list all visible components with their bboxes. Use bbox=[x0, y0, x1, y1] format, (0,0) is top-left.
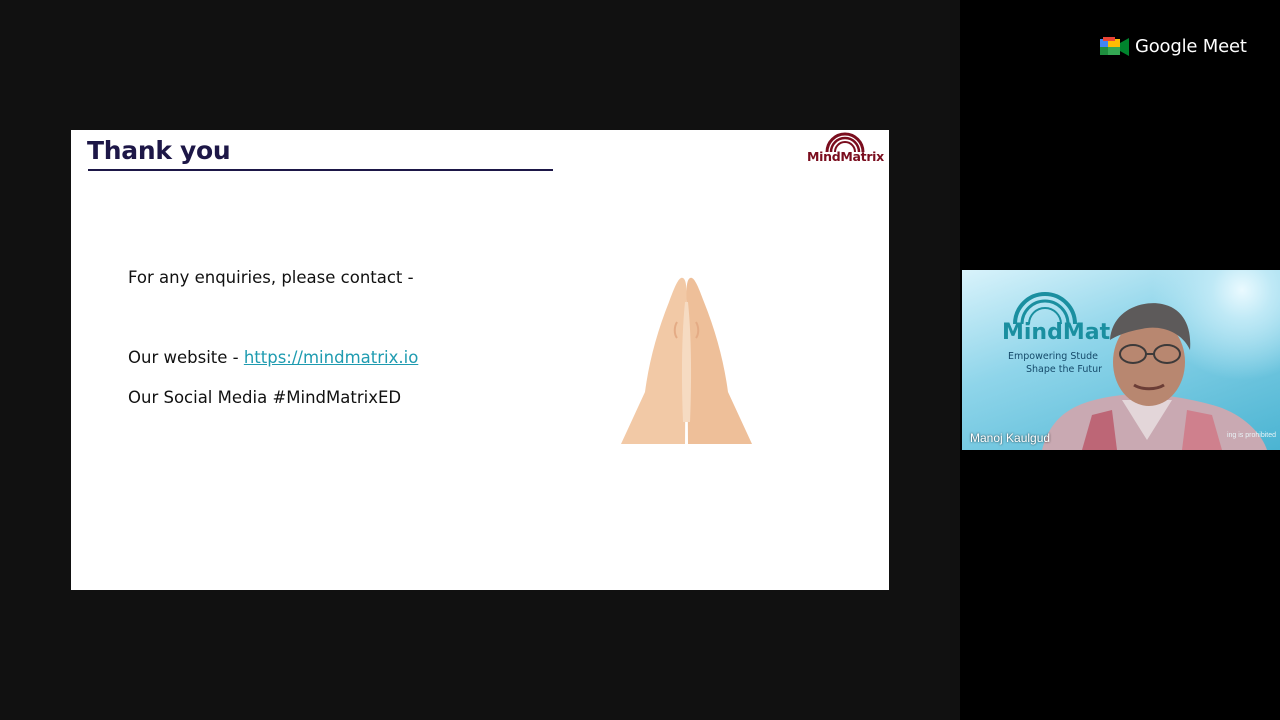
website-link[interactable]: https://mindmatrix.io bbox=[244, 348, 418, 367]
slide-title: Thank you bbox=[87, 136, 231, 165]
website-prefix: Our website - bbox=[128, 348, 244, 367]
website-line: Our website - https://mindmatrix.io bbox=[128, 348, 418, 367]
participant-video-tile[interactable]: MindMat Empowering Stude Shape the Futur… bbox=[962, 270, 1280, 450]
google-meet-brand-text: Google Meet bbox=[1135, 36, 1247, 57]
participant-name: Manoj Kaulgud bbox=[970, 431, 1051, 445]
enquiries-text: For any enquiries, please contact - bbox=[128, 268, 414, 287]
praying-hands-icon bbox=[621, 277, 752, 444]
presentation-slide: Thank you MindMatrix For any enquiries, … bbox=[71, 130, 889, 590]
social-media-text: Our Social Media #MindMatrixED bbox=[128, 388, 402, 407]
logo-text: MindMatrix bbox=[807, 149, 884, 164]
title-underline bbox=[88, 169, 553, 171]
google-meet-logo-icon bbox=[1100, 37, 1129, 56]
participant-video-feed bbox=[1042, 303, 1267, 450]
presentation-stage: Thank you MindMatrix For any enquiries, … bbox=[0, 0, 960, 720]
background-notice: ing is prohibited bbox=[1226, 432, 1276, 439]
